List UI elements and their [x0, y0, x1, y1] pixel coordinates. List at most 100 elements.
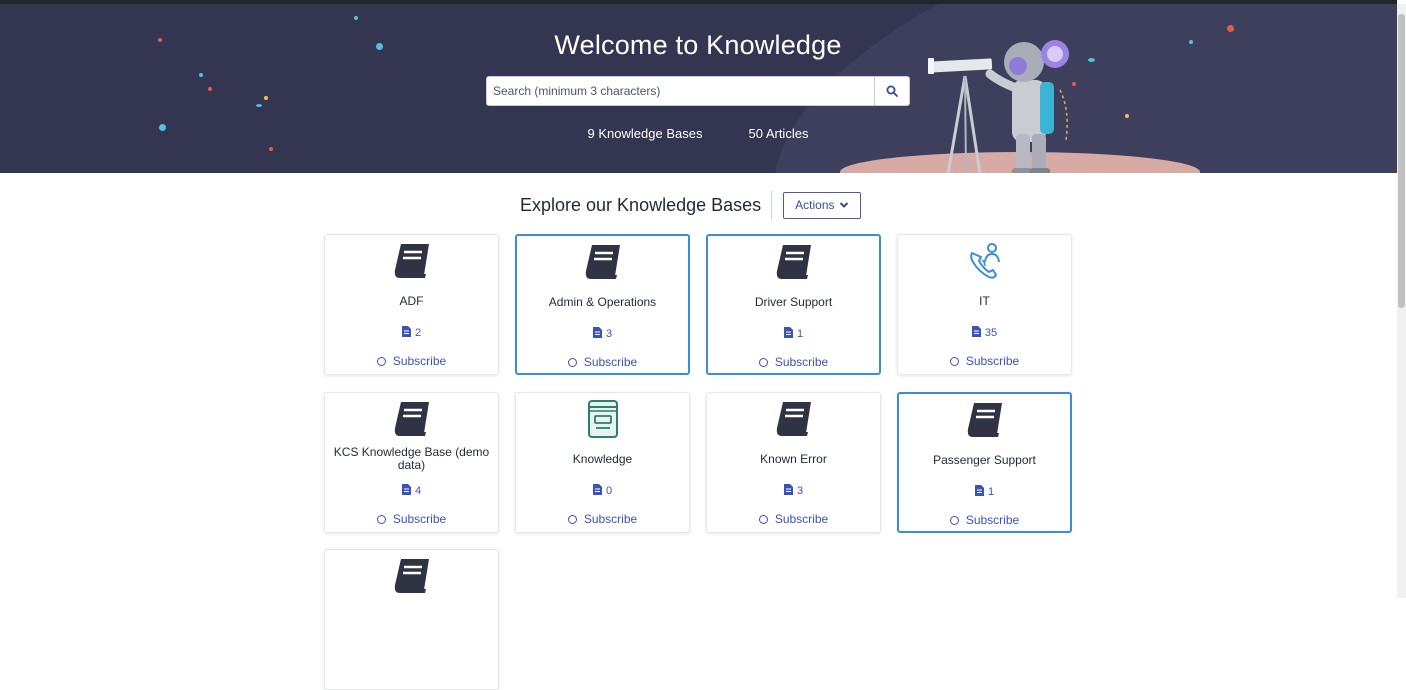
knowledge-base-card[interactable]: Admin & Operations 3 Subscribe — [515, 234, 690, 375]
document-icon — [592, 327, 602, 341]
knowledge-base-card[interactable] — [324, 549, 499, 690]
book-icon — [707, 399, 880, 439]
card-title: KCS Knowledge Base (demo data) — [333, 445, 490, 472]
article-count: 1 — [708, 327, 879, 341]
subscribe-label: Subscribe — [774, 512, 829, 526]
hero-banner: Welcome to Knowledge 9 Knowledge Bases 5… — [0, 4, 1397, 173]
knowledge-base-card[interactable]: KCS Knowledge Base (demo data) 4 Subscribe — [324, 392, 499, 533]
article-count: 4 — [325, 484, 498, 498]
subscribe-label: Subscribe — [774, 355, 829, 369]
knowledge-bases-count: 9 Knowledge Bases — [587, 126, 703, 141]
book-icon — [708, 242, 879, 282]
document-icon — [974, 485, 984, 499]
knowledge-base-card[interactable]: Driver Support 1 Subscribe — [706, 234, 881, 375]
header-divider — [771, 191, 773, 219]
subscribe-circle-icon — [376, 514, 386, 524]
knowledge-base-card[interactable]: ADF 2 Subscribe — [324, 234, 499, 375]
star-decoration — [269, 147, 273, 151]
subscribe-circle-icon — [567, 514, 577, 524]
document-icon — [783, 327, 793, 341]
subscribe-circle-icon — [758, 514, 768, 524]
actions-button[interactable]: Actions — [783, 191, 861, 219]
star-decoration — [159, 124, 166, 131]
chevron-down-icon — [839, 202, 848, 208]
book-icon — [899, 400, 1070, 440]
hero-title: Welcome to Knowledge — [554, 30, 842, 60]
subscribe-button[interactable]: Subscribe — [898, 354, 1071, 368]
article-count: 3 — [707, 484, 880, 498]
subscribe-button[interactable]: Subscribe — [899, 513, 1070, 527]
subscribe-button[interactable]: Subscribe — [517, 355, 688, 369]
star-decoration — [376, 43, 383, 50]
subscribe-label: Subscribe — [583, 512, 638, 526]
article-count: 35 — [898, 326, 1071, 340]
star-decoration — [354, 16, 358, 20]
subscribe-button[interactable]: Subscribe — [707, 512, 880, 526]
subscribe-label: Subscribe — [392, 354, 447, 368]
card-title: Admin & Operations — [548, 295, 657, 309]
star-decoration — [1189, 40, 1193, 44]
article-count: 3 — [517, 327, 688, 341]
document-icon — [592, 484, 602, 498]
subscribe-label: Subscribe — [392, 512, 447, 526]
star-decoration — [1125, 114, 1129, 118]
subscribe-button[interactable]: Subscribe — [325, 354, 498, 368]
star-decoration — [264, 96, 268, 100]
book-icon — [325, 399, 498, 439]
explore-title: Explore our Knowledge Bases — [520, 194, 762, 215]
kb-device-icon — [516, 399, 689, 439]
articles-count: 50 Articles — [748, 126, 809, 141]
subscribe-circle-icon — [949, 356, 959, 366]
card-title: Known Error — [760, 452, 827, 466]
subscribe-button[interactable]: Subscribe — [516, 512, 689, 526]
document-icon — [783, 484, 793, 498]
subscribe-button[interactable]: Subscribe — [708, 355, 879, 369]
book-icon — [517, 242, 688, 282]
article-count-value: 2 — [414, 327, 422, 339]
explore-header: Explore our Knowledge Bases Actions — [520, 188, 861, 222]
subscribe-label: Subscribe — [965, 513, 1020, 527]
scrollbar-thumb[interactable] — [1398, 14, 1405, 308]
subscribe-button[interactable]: Subscribe — [325, 512, 498, 526]
article-count-value: 4 — [414, 485, 422, 497]
card-title: Driver Support — [754, 295, 833, 309]
knowledge-base-card[interactable]: Knowledge 0 Subscribe — [515, 392, 690, 533]
star-decoration — [158, 38, 162, 42]
hero-stats: 9 Knowledge Bases 50 Articles — [560, 126, 836, 141]
card-title: ADF — [399, 294, 424, 308]
subscribe-circle-icon — [376, 356, 386, 366]
star-decoration — [199, 73, 203, 77]
star-decoration — [1227, 25, 1234, 32]
card-title: Knowledge — [572, 452, 633, 466]
search-box — [486, 76, 910, 106]
card-title: Passenger Support — [933, 453, 1036, 467]
document-icon — [401, 484, 411, 498]
search-input[interactable] — [487, 77, 875, 105]
knowledge-base-card[interactable]: Known Error 3 Subscribe — [706, 392, 881, 533]
article-count-value: 3 — [796, 485, 804, 497]
card-title: IT — [979, 294, 990, 308]
article-count-value: 1 — [987, 486, 995, 498]
actions-label: Actions — [795, 198, 835, 212]
knowledge-base-card[interactable]: Passenger Support 1 Subscribe — [897, 392, 1072, 533]
article-count: 2 — [325, 326, 498, 340]
document-icon — [401, 326, 411, 340]
scrollbar[interactable] — [1397, 4, 1406, 598]
book-icon — [325, 556, 498, 596]
article-count-value: 35 — [984, 327, 998, 339]
subscribe-circle-icon — [758, 357, 768, 367]
article-count-value: 1 — [796, 328, 804, 340]
star-decoration — [208, 87, 212, 91]
article-count-value: 0 — [605, 485, 613, 497]
subscribe-label: Subscribe — [583, 355, 638, 369]
star-decoration — [256, 104, 262, 107]
article-count-value: 3 — [605, 328, 613, 340]
subscribe-circle-icon — [567, 357, 577, 367]
article-count: 0 — [516, 484, 689, 498]
article-count: 1 — [899, 485, 1070, 499]
phone-person-icon — [898, 241, 1071, 281]
search-button[interactable] — [874, 77, 909, 105]
knowledge-base-card[interactable]: IT 35 Subscribe — [897, 234, 1072, 375]
search-icon — [886, 85, 898, 97]
document-icon — [971, 326, 981, 340]
